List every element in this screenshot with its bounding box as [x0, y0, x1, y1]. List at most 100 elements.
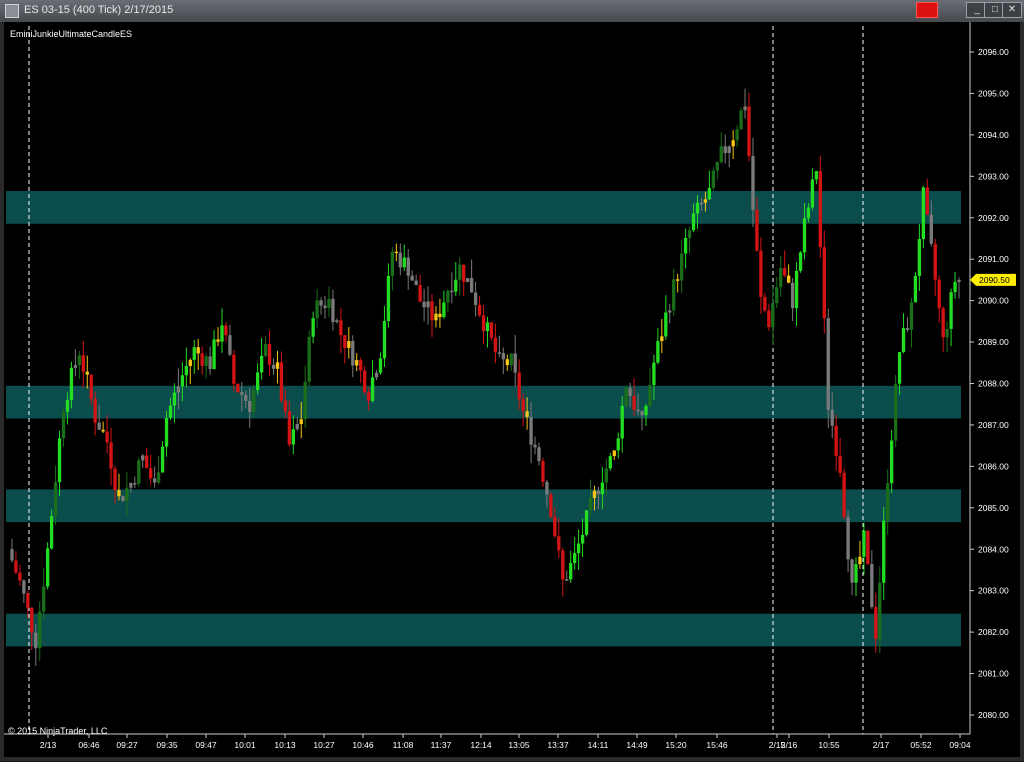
candle	[200, 346, 204, 375]
candle	[901, 313, 906, 354]
x-tick-label: 09:27	[116, 740, 138, 750]
candle	[57, 430, 62, 497]
candle	[81, 340, 85, 388]
candle	[838, 437, 842, 478]
window-frame-bottom	[0, 757, 1024, 761]
candle	[323, 295, 327, 319]
candle	[798, 251, 803, 273]
candle	[204, 353, 208, 379]
candle	[426, 286, 430, 325]
candle	[664, 295, 668, 340]
candle	[160, 440, 165, 473]
candle	[497, 335, 502, 358]
candle	[438, 298, 442, 328]
candle	[105, 415, 109, 454]
candle	[747, 92, 751, 162]
candle	[156, 455, 161, 485]
candle	[307, 330, 311, 387]
candle	[921, 185, 926, 249]
y-tick-label: 2094.00	[978, 130, 1009, 140]
candle	[501, 347, 505, 375]
price-chart-svg[interactable]: 2096.00 2095.00 2094.00 2093.00 2092.00 2091.…	[4, 22, 1020, 757]
candle	[779, 255, 783, 297]
window-titlebar[interactable]: ES 03-15 (400 Tick) 2/17/2015 _ □ ✕	[0, 0, 1024, 22]
y-tick-label: 2082.00	[978, 627, 1009, 637]
candle	[398, 243, 402, 276]
candle	[263, 336, 268, 358]
candle	[580, 518, 585, 558]
x-tick-label: 10:46	[352, 740, 374, 750]
candle	[648, 367, 652, 410]
candle	[723, 134, 727, 164]
candle	[616, 432, 620, 459]
candle	[149, 454, 153, 485]
candle	[818, 155, 822, 258]
x-tick-label: 10:55	[818, 740, 840, 750]
chart-panel[interactable]: 2096.00 2095.00 2094.00 2093.00 2092.00 2091.…	[4, 22, 1020, 757]
candle	[192, 339, 196, 374]
candle	[374, 370, 379, 381]
candle	[537, 442, 541, 466]
candle	[759, 237, 763, 314]
chart-trader-indicator-button[interactable]	[916, 2, 938, 18]
candle	[184, 347, 188, 388]
candle	[430, 294, 434, 338]
y-tick-label: 2091.00	[978, 254, 1009, 264]
y-tick-label: 2089.00	[978, 337, 1009, 347]
zone-1	[6, 191, 961, 224]
candle	[814, 170, 819, 185]
candle	[953, 271, 957, 300]
candle	[38, 601, 42, 661]
candle	[481, 304, 486, 345]
candle	[707, 170, 712, 200]
candle	[450, 272, 454, 304]
candle	[73, 349, 78, 377]
candle	[188, 358, 192, 385]
candle	[335, 318, 339, 324]
candle	[660, 319, 664, 353]
candle	[735, 124, 739, 148]
candle	[347, 327, 351, 359]
x-tick-label: 15:20	[665, 740, 687, 750]
candle	[14, 551, 18, 574]
candle	[311, 311, 315, 344]
candle	[668, 304, 672, 324]
candle	[949, 288, 953, 347]
candle	[85, 355, 89, 389]
candle	[917, 224, 922, 291]
candle	[576, 529, 581, 571]
candle	[232, 349, 236, 392]
x-tick-label: 10:13	[274, 740, 296, 750]
candle	[137, 457, 141, 487]
candle	[870, 550, 874, 609]
candle	[406, 249, 410, 290]
candle	[362, 365, 367, 395]
x-tick-label: 11:37	[431, 740, 452, 750]
candle	[656, 328, 660, 365]
candle	[767, 304, 771, 331]
candle	[505, 354, 509, 371]
candle	[775, 277, 779, 308]
candle	[850, 558, 854, 596]
candle	[212, 329, 216, 370]
candle	[913, 272, 918, 303]
candle	[743, 88, 747, 119]
candle	[208, 346, 212, 375]
x-tick-label: 13:37	[547, 740, 569, 750]
candle	[236, 383, 240, 394]
close-button[interactable]: ✕	[1002, 2, 1022, 18]
zone-3	[6, 489, 961, 523]
candle	[790, 277, 795, 322]
candle	[846, 510, 850, 573]
candle	[224, 322, 228, 342]
x-tick-label: 2/16	[781, 740, 798, 750]
price-axis: 2096.00 2095.00 2094.00 2093.00 2092.00 2091.…	[969, 22, 1016, 734]
candle	[355, 353, 359, 372]
candle	[477, 296, 482, 318]
x-tick-label: 2/13	[40, 740, 57, 750]
candle	[414, 274, 418, 286]
candle	[763, 292, 767, 313]
candle	[683, 228, 688, 269]
candle	[842, 468, 846, 520]
candle	[152, 466, 157, 488]
